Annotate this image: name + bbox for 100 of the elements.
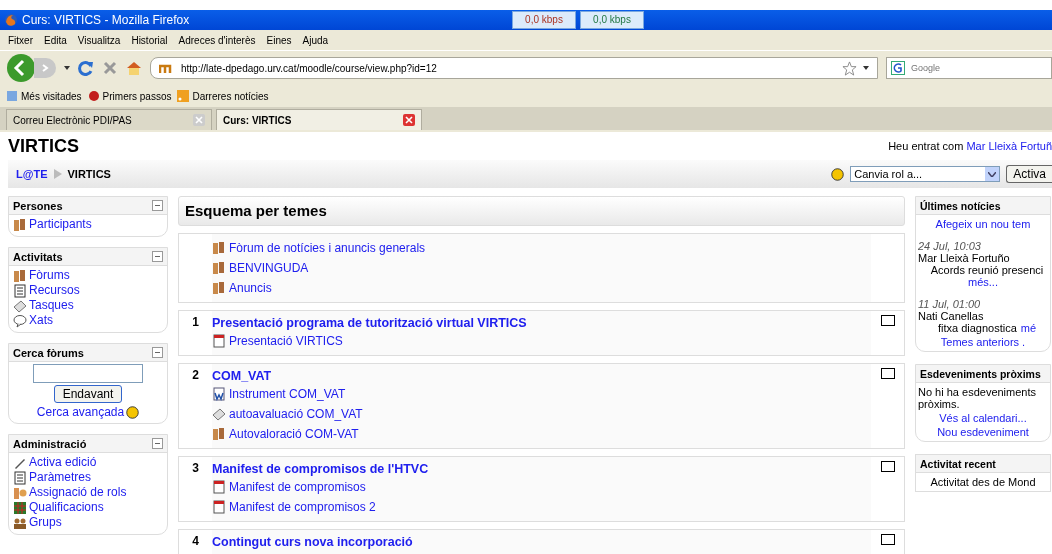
collapse-button[interactable]: [152, 200, 163, 211]
block-title: Activitats: [13, 250, 63, 263]
activity-link[interactable]: BENVINGUDA: [212, 258, 871, 278]
search-field[interactable]: [33, 364, 143, 383]
block-link[interactable]: Recursos: [13, 283, 163, 298]
close-icon: [405, 116, 413, 124]
home-icon[interactable]: [126, 60, 142, 76]
bookmark-link[interactable]: Darreres notícies: [177, 90, 269, 102]
topic-number: 4: [192, 534, 199, 548]
activity-link[interactable]: Anuncis: [212, 278, 871, 298]
browser-tab[interactable]: Correu Electrònic PDI/PAS: [6, 109, 212, 130]
bookmark-link[interactable]: Més visitades: [6, 90, 82, 102]
activate-button[interactable]: Activa: [1006, 165, 1052, 183]
bookmark-link[interactable]: Primers passos: [87, 90, 172, 102]
close-icon: [195, 116, 203, 124]
topic-number: 2: [192, 368, 199, 382]
section-heading: Esquema per temes: [178, 196, 905, 226]
star-icon[interactable]: [842, 60, 857, 76]
block-link[interactable]: Participants: [13, 217, 163, 232]
window-title: Curs: VIRTICS - Mozilla Firefox: [22, 13, 191, 27]
chat-icon: [13, 313, 27, 328]
topic-title[interactable]: Manifest de compromisos de l'HTVC: [212, 461, 871, 477]
more-link[interactable]: mé: [1020, 322, 1037, 334]
block-title: Administració: [13, 437, 87, 450]
activity-link[interactable]: Fòrum de notícies i anuncis generals: [212, 238, 871, 258]
separator-icon: [53, 169, 62, 179]
dropdown-arrow-icon[interactable]: [863, 66, 869, 70]
close-tab-button[interactable]: [403, 114, 415, 126]
older-topics-link[interactable]: Temes anteriors .: [918, 336, 1048, 348]
search-button[interactable]: Endavant: [53, 385, 123, 403]
collapse-button[interactable]: [152, 438, 163, 449]
topic-number: 3: [192, 461, 199, 475]
post-author: Mar Lleixà Fortuño: [918, 252, 1011, 264]
highlight-toggle[interactable]: [880, 368, 895, 379]
highlight-toggle[interactable]: [880, 461, 895, 472]
menu-item[interactable]: Ajuda: [302, 34, 329, 46]
breadcrumb-link[interactable]: L@TE: [16, 168, 48, 180]
topic-title[interactable]: COM_VAT: [212, 368, 871, 384]
menu-item[interactable]: Adreces d'interès: [178, 34, 256, 46]
assignment-icon: [13, 298, 27, 313]
resource-icon: [13, 470, 27, 485]
speed-indicator: 0,0 kbps: [580, 11, 644, 29]
resource-icon: [13, 283, 27, 298]
activity-link[interactable]: Manifest de compromisos 2: [212, 497, 871, 517]
menu-item[interactable]: Eines: [266, 34, 292, 46]
feed-icon: [177, 90, 190, 102]
menu-item[interactable]: Historial: [131, 34, 168, 46]
block-link[interactable]: Qualificacions: [13, 500, 163, 515]
menu-item[interactable]: Visualitza: [77, 34, 121, 46]
course-title: VIRTICS: [8, 135, 79, 157]
add-topic-link[interactable]: Afegeix un nou tem: [918, 218, 1048, 230]
block-link[interactable]: Assignació de rols: [13, 485, 163, 500]
block-title: Esdeveniments pròxims: [920, 367, 1041, 380]
block-link[interactable]: Activa edició: [13, 455, 163, 470]
activity-link[interactable]: autoavaluació COM_VAT: [212, 404, 871, 424]
highlight-toggle[interactable]: [880, 534, 895, 545]
block-link[interactable]: Grups: [13, 515, 163, 530]
block-link[interactable]: Xats: [13, 313, 163, 328]
activity-link[interactable]: Presentació VIRTICS: [212, 331, 871, 351]
browser-tab[interactable]: Curs: VIRTICS: [216, 109, 422, 130]
block-title: Últimes notícies: [920, 199, 1001, 212]
block-link[interactable]: Tasques: [13, 298, 163, 313]
topic-number: 1: [192, 315, 199, 329]
block-title: Activitat recent: [920, 457, 996, 470]
minus-icon: [152, 251, 163, 262]
post-date: 11 Jul, 01:00: [918, 298, 982, 310]
login-text: Heu entrat com: [888, 140, 964, 152]
help-icon[interactable]: [126, 405, 140, 419]
search-engine-icon[interactable]: [891, 61, 905, 75]
reload-icon[interactable]: [78, 60, 94, 76]
help-icon[interactable]: [831, 167, 845, 181]
collapse-button[interactable]: [152, 347, 163, 358]
activity-link[interactable]: Instrument COM_VAT: [212, 384, 871, 404]
more-link[interactable]: més...: [918, 276, 1048, 288]
back-button[interactable]: [6, 53, 36, 83]
minus-icon: [152, 347, 163, 358]
highlight-toggle[interactable]: [880, 315, 895, 326]
breadcrumb-link[interactable]: VIRTICS: [67, 168, 111, 180]
advanced-search-link[interactable]: Cerca avançada: [36, 405, 125, 419]
calendar-link[interactable]: Vés al calendari...: [918, 412, 1048, 424]
activity-link[interactable]: Autovaloració COM-VAT: [212, 424, 871, 444]
activity-link[interactable]: Manifest de compromisos: [212, 477, 871, 497]
collapse-button[interactable]: [152, 251, 163, 262]
post-author: Nati Canellas: [918, 310, 985, 322]
menu-item[interactable]: Edita: [44, 34, 67, 46]
calendar-link[interactable]: Nou esdeveniment: [918, 426, 1048, 438]
user-link[interactable]: Mar Lleixà Fortuñ: [966, 140, 1052, 152]
topic-title[interactable]: Presentació programa de tutorització virtual VIRTICS: [212, 315, 871, 331]
minus-icon: [152, 438, 163, 449]
dropdown-arrow-icon[interactable]: [64, 66, 70, 70]
address-bar[interactable]: http://late-dpedago.urv.cat/moodle/course/view.php?id=12: [150, 57, 878, 79]
grades-icon: [13, 500, 27, 515]
block-link[interactable]: Fòrums: [13, 268, 163, 283]
recent-activity-text: Activitat des de Mond: [929, 476, 1037, 488]
role-select[interactable]: Canvia rol a...: [850, 166, 1001, 182]
browser-logo-icon: [4, 13, 18, 27]
search-field[interactable]: Google: [886, 57, 1052, 79]
menu-item[interactable]: Fitxer: [8, 34, 33, 46]
block-link[interactable]: Paràmetres: [13, 470, 163, 485]
post-title: Acords reunió presenci: [930, 264, 1044, 276]
